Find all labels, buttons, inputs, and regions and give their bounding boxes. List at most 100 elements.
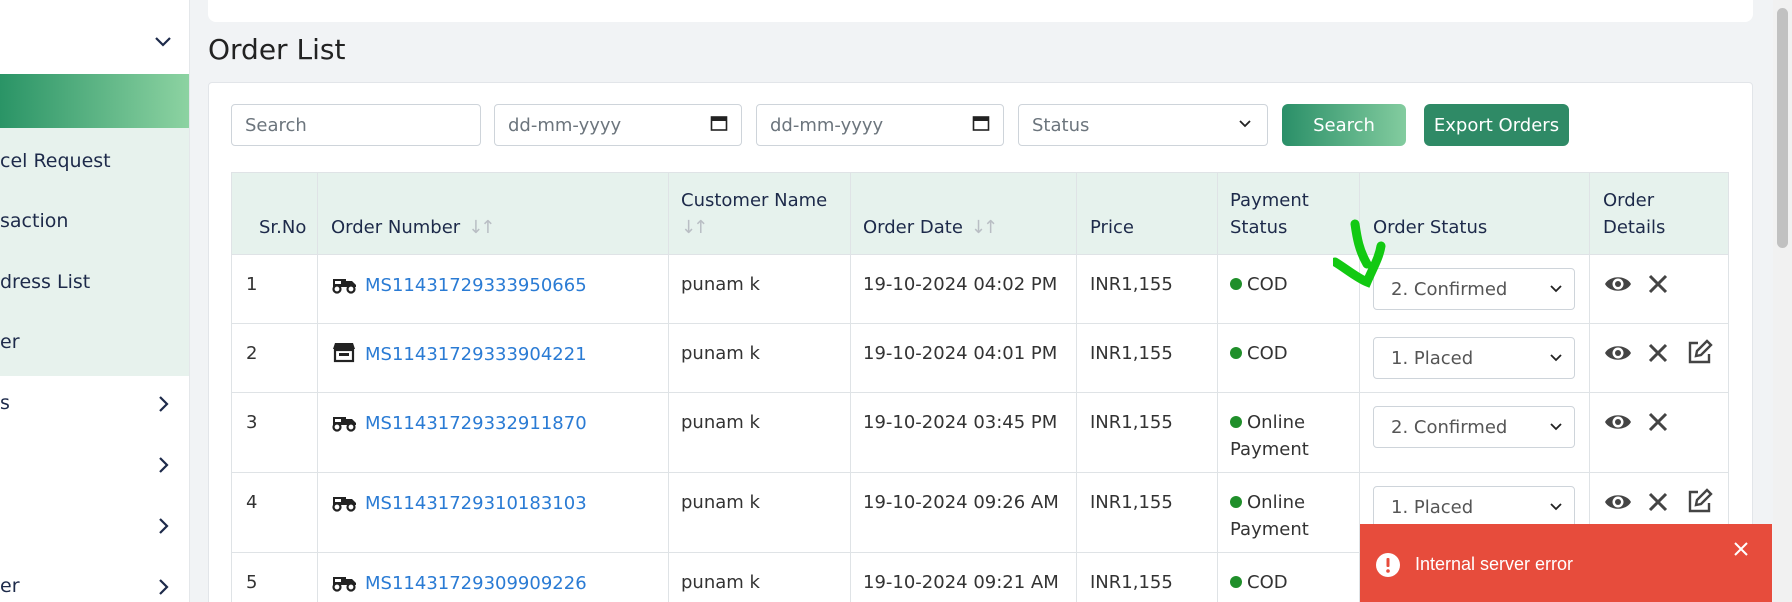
truck-icon — [331, 489, 359, 513]
chevron-down-icon — [1236, 114, 1254, 137]
search-input[interactable]: Search — [231, 104, 481, 146]
cell-customer: punam k — [681, 572, 760, 593]
cell-price: INR1,155 — [1090, 572, 1173, 593]
cell-order-number[interactable]: MS11431729310183103 — [331, 489, 587, 517]
truck-icon — [331, 409, 359, 433]
date-to-placeholder: dd-mm-yyyy — [770, 114, 884, 136]
order-status-select[interactable]: 1. Placed — [1373, 337, 1575, 379]
sort-icon[interactable]: ↓↑ — [971, 217, 998, 238]
sidebar-item-parcel-request[interactable]: cel Request — [0, 150, 111, 172]
view-icon[interactable] — [1603, 487, 1633, 517]
truck-icon — [331, 271, 359, 295]
cancel-icon[interactable] — [1643, 487, 1673, 517]
order-number-link[interactable]: MS11431729309909226 — [365, 573, 587, 594]
cell-price: INR1,155 — [1090, 412, 1173, 433]
cell-date: 19-10-2024 04:01 PM — [863, 343, 1058, 364]
cell-payment: COD — [1230, 271, 1288, 298]
sidebar-active-item[interactable] — [0, 74, 189, 128]
table-header: Sr.No Order Number ↓↑ Customer Name ↓↑ Ord… — [232, 173, 1728, 255]
cell-date: 19-10-2024 09:26 AM — [863, 492, 1059, 513]
sidebar-item-transaction[interactable]: saction — [0, 210, 68, 232]
edit-icon[interactable] — [1684, 487, 1714, 517]
close-icon[interactable] — [1732, 540, 1750, 558]
view-icon[interactable] — [1603, 338, 1633, 368]
payment-status-dot — [1230, 416, 1242, 428]
cell-price: INR1,155 — [1090, 343, 1173, 364]
chevron-down-icon[interactable] — [151, 29, 175, 53]
cell-payment: Online Payment — [1230, 492, 1309, 540]
top-card — [208, 0, 1753, 22]
cell-payment: COD — [1230, 340, 1288, 367]
chevron-down-icon — [1549, 348, 1563, 369]
toast-message: Internal server error — [1415, 554, 1574, 574]
cancel-icon[interactable] — [1643, 407, 1673, 437]
date-to-input[interactable]: dd-mm-yyyy — [756, 104, 1004, 146]
cell-srno: 4 — [246, 492, 258, 513]
sort-icon[interactable]: ↓↑ — [681, 217, 708, 238]
cell-date: 19-10-2024 03:45 PM — [863, 412, 1058, 433]
sidebar-item-collapsed-1[interactable]: s — [0, 392, 10, 414]
error-toast: Internal server error — [1360, 524, 1772, 602]
sidebar-item-collapsed-4[interactable]: er — [0, 575, 20, 597]
truck-icon — [331, 569, 359, 593]
cell-customer: punam k — [681, 492, 760, 513]
error-icon — [1375, 552, 1401, 578]
order-status-select[interactable]: 2. Confirmed — [1373, 268, 1575, 310]
chevron-down-icon — [1549, 497, 1563, 518]
sidebar-item-order[interactable]: er — [0, 331, 20, 353]
cell-srno: 3 — [246, 412, 258, 433]
scroll-thumb[interactable] — [1777, 8, 1788, 248]
chevron-down-icon — [1549, 279, 1563, 300]
order-status-select[interactable]: 1. Placed — [1373, 486, 1575, 528]
payment-status-dot — [1230, 496, 1242, 508]
edit-icon[interactable] — [1684, 338, 1714, 368]
order-status-select[interactable]: 2. Confirmed — [1373, 406, 1575, 448]
order-number-link[interactable]: MS11431729333950665 — [365, 275, 587, 296]
cell-order-number[interactable]: MS11431729332911870 — [331, 409, 587, 437]
cell-payment: Online Payment — [1230, 412, 1309, 460]
cell-srno: 5 — [246, 572, 258, 593]
cell-payment: COD — [1230, 569, 1288, 596]
search-placeholder: Search — [245, 114, 307, 136]
calendar-icon[interactable] — [972, 114, 990, 137]
sidebar: cel Request saction dress List er s er — [0, 0, 190, 602]
chevron-right-icon[interactable] — [151, 392, 175, 416]
search-button[interactable]: Search — [1282, 104, 1406, 146]
cancel-icon[interactable] — [1643, 269, 1673, 299]
calendar-icon[interactable] — [710, 114, 728, 137]
cell-order-number[interactable]: MS11431729309909226 — [331, 569, 587, 597]
scrollbar[interactable] — [1773, 0, 1792, 602]
chevron-right-icon[interactable] — [151, 575, 175, 599]
cell-price: INR1,155 — [1090, 274, 1173, 295]
chevron-right-icon[interactable] — [151, 514, 175, 538]
cell-date: 19-10-2024 04:02 PM — [863, 274, 1058, 295]
chevron-right-icon[interactable] — [151, 453, 175, 477]
status-select-value: Status — [1032, 114, 1090, 136]
export-orders-button[interactable]: Export Orders — [1424, 104, 1569, 146]
view-icon[interactable] — [1603, 407, 1633, 437]
order-number-link[interactable]: MS11431729332911870 — [365, 413, 587, 434]
order-number-link[interactable]: MS11431729333904221 — [365, 344, 587, 365]
cell-srno: 2 — [246, 343, 258, 364]
cell-date: 19-10-2024 09:21 AM — [863, 572, 1059, 593]
sidebar-item-address-list[interactable]: dress List — [0, 271, 90, 293]
table-row: 2 MS11431729333904221 punam k 19-10-2024 04… — [232, 324, 1728, 393]
cancel-icon[interactable] — [1643, 338, 1673, 368]
chevron-down-icon — [1549, 417, 1563, 438]
cell-order-number[interactable]: MS11431729333904221 — [331, 340, 587, 368]
date-from-input[interactable]: dd-mm-yyyy — [494, 104, 742, 146]
page-title: Order List — [208, 33, 346, 66]
date-from-placeholder: dd-mm-yyyy — [508, 114, 622, 136]
payment-status-dot — [1230, 278, 1242, 290]
order-number-link[interactable]: MS11431729310183103 — [365, 493, 587, 514]
cell-price: INR1,155 — [1090, 492, 1173, 513]
cell-order-number[interactable]: MS11431729333950665 — [331, 271, 587, 299]
sort-icon[interactable]: ↓↑ — [468, 217, 495, 238]
view-icon[interactable] — [1603, 269, 1633, 299]
table-row: 1 MS11431729333950665 punam k 19-10-2024 04… — [232, 255, 1728, 324]
status-select[interactable]: Status — [1018, 104, 1268, 146]
cell-customer: punam k — [681, 412, 760, 433]
table-row: 3 MS11431729332911870 punam k 19-10-2024 03… — [232, 393, 1728, 473]
cell-srno: 1 — [246, 274, 258, 295]
checkmark-annotation — [1330, 218, 1393, 292]
